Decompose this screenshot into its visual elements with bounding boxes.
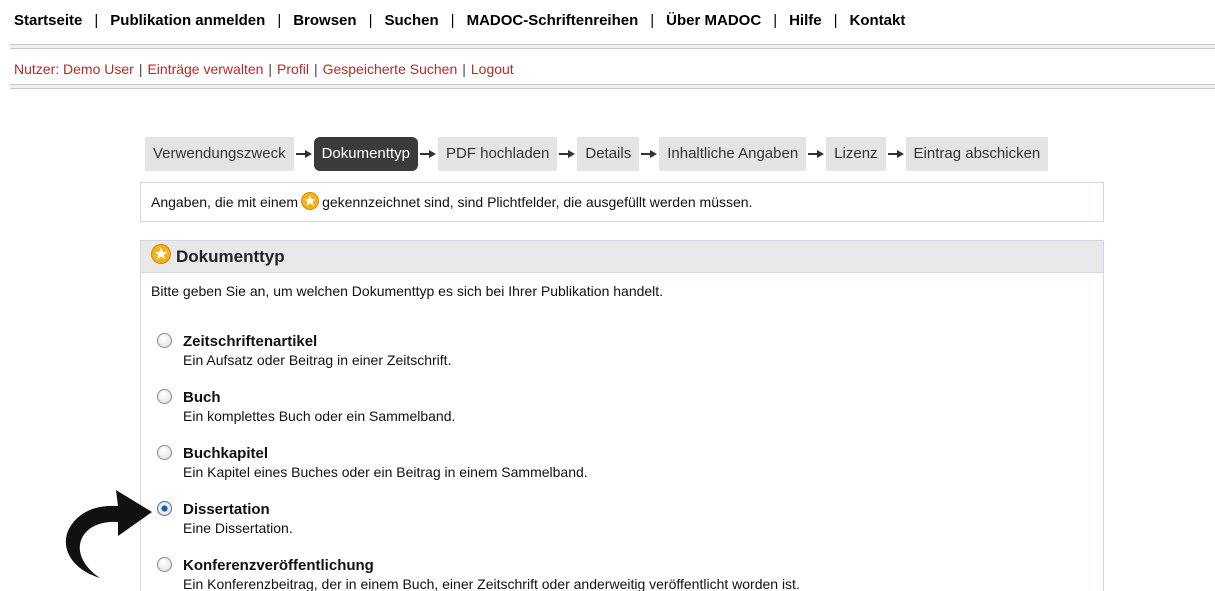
radio-button-selected[interactable] bbox=[157, 501, 172, 516]
section-title: Dokumenttyp bbox=[176, 246, 285, 266]
option-description: Ein komplettes Buch oder ein Sammelband. bbox=[183, 408, 456, 424]
logout-link[interactable]: Logout bbox=[471, 61, 514, 77]
option-text: Buchkapitel Ein Kapitel eines Buches ode… bbox=[183, 445, 588, 481]
curved-arrow-icon bbox=[40, 478, 155, 588]
required-fields-notice: Angaben, die mit einem gekennzeichnet si… bbox=[140, 182, 1104, 222]
option-text: Buch Ein komplettes Buch oder ein Sammel… bbox=[183, 389, 455, 425]
step-details[interactable]: Details bbox=[577, 137, 640, 171]
nav-ueber-madoc[interactable]: Über MADOC bbox=[666, 12, 761, 29]
nav-separator: | bbox=[450, 11, 455, 29]
option-title: Buch bbox=[183, 389, 221, 406]
nav-separator: | bbox=[773, 11, 778, 29]
option-title: Konferenzveröffentlichung bbox=[183, 557, 374, 574]
step-arrow-icon bbox=[418, 149, 438, 159]
option-description: Ein Konferenzbeitrag, der in einem Buch,… bbox=[183, 576, 800, 591]
nav-suchen[interactable]: Suchen bbox=[384, 12, 438, 29]
notice-text-before: Angaben, die mit einem bbox=[151, 194, 299, 210]
step-arrow-icon bbox=[557, 149, 577, 159]
user-nav-separator: | bbox=[313, 61, 318, 77]
radio-button[interactable] bbox=[157, 333, 172, 348]
nav-schriftenreihen[interactable]: MADOC-Schriftenreihen bbox=[467, 12, 639, 29]
option-zeitschriftenartikel[interactable]: Zeitschriftenartikel Ein Aufsatz oder Be… bbox=[157, 333, 451, 369]
notice-text-after: gekennzeichnet sind, sind Plichtfelder, … bbox=[322, 194, 753, 210]
nav-separator: | bbox=[833, 11, 838, 29]
step-dokumenttyp[interactable]: Dokumenttyp bbox=[313, 137, 418, 171]
option-text: Zeitschriftenartikel Ein Aufsatz oder Be… bbox=[183, 333, 451, 369]
option-title: Buchkapitel bbox=[183, 445, 269, 462]
section-intro: Bitte geben Sie an, um welchen Dokumentt… bbox=[151, 283, 664, 299]
step-inhaltliche-angaben[interactable]: Inhaltliche Angaben bbox=[659, 137, 807, 171]
main-nav: Startseite | Publikation anmelden | Brow… bbox=[14, 10, 905, 30]
user-nav-separator: | bbox=[138, 61, 143, 77]
step-arrow-icon bbox=[294, 149, 314, 159]
nav-separator: | bbox=[277, 11, 282, 29]
option-konferenzveroeffentlichung[interactable]: Konferenzveröffentlichung Ein Konferenzb… bbox=[157, 557, 800, 591]
nav-browsen[interactable]: Browsen bbox=[293, 12, 356, 29]
step-pdf-hochladen[interactable]: PDF hochladen bbox=[437, 137, 558, 171]
user-nav-separator: | bbox=[268, 61, 273, 77]
option-text: Dissertation Eine Dissertation. bbox=[183, 501, 293, 537]
step-arrow-icon bbox=[806, 149, 826, 159]
nav-kontakt[interactable]: Kontakt bbox=[850, 12, 906, 29]
saved-searches-link[interactable]: Gespeicherte Suchen bbox=[323, 61, 458, 77]
section-header: Dokumenttyp bbox=[141, 241, 1103, 273]
option-buchkapitel[interactable]: Buchkapitel Ein Kapitel eines Buches ode… bbox=[157, 445, 588, 481]
option-description: Ein Kapitel eines Buches oder ein Beitra… bbox=[183, 464, 588, 480]
step-verwendungszweck[interactable]: Verwendungszweck bbox=[145, 137, 294, 171]
nav-divider bbox=[10, 44, 1215, 49]
option-dissertation[interactable]: Dissertation Eine Dissertation. bbox=[157, 501, 293, 537]
nav-startseite[interactable]: Startseite bbox=[14, 12, 82, 29]
document-type-section: Dokumenttyp Bitte geben Sie an, um welch… bbox=[140, 240, 1104, 591]
nav-separator: | bbox=[368, 11, 373, 29]
manage-entries-link[interactable]: Einträge verwalten bbox=[147, 61, 263, 77]
user-nav-separator: | bbox=[462, 61, 466, 77]
step-eintrag-abschicken[interactable]: Eintrag abschicken bbox=[905, 137, 1049, 171]
user-name-link[interactable]: Nutzer: Demo User bbox=[14, 61, 134, 77]
required-star-icon bbox=[301, 191, 320, 213]
option-description: Eine Dissertation. bbox=[183, 520, 293, 536]
required-star-icon bbox=[151, 244, 171, 269]
option-description: Ein Aufsatz oder Beitrag in einer Zeitsc… bbox=[183, 352, 452, 368]
step-arrow-icon bbox=[886, 149, 906, 159]
radio-button[interactable] bbox=[157, 557, 172, 572]
nav-separator: | bbox=[94, 11, 99, 29]
step-arrow-icon bbox=[639, 149, 659, 159]
nav-hilfe[interactable]: Hilfe bbox=[789, 12, 822, 29]
nav-publikation-anmelden[interactable]: Publikation anmelden bbox=[110, 12, 265, 29]
option-title: Zeitschriftenartikel bbox=[183, 333, 318, 350]
nav-separator: | bbox=[650, 11, 655, 29]
option-title: Dissertation bbox=[183, 501, 270, 518]
user-nav-divider bbox=[10, 84, 1215, 89]
radio-button[interactable] bbox=[157, 389, 172, 404]
profile-link[interactable]: Profil bbox=[277, 61, 309, 77]
option-buch[interactable]: Buch Ein komplettes Buch oder ein Sammel… bbox=[157, 389, 455, 425]
workflow-steps: Verwendungszweck Dokumenttyp PDF hochlad… bbox=[145, 137, 1049, 171]
option-text: Konferenzveröffentlichung Ein Konferenzb… bbox=[183, 557, 800, 591]
user-nav: Nutzer: Demo User | Einträge verwalten |… bbox=[14, 60, 514, 78]
radio-button[interactable] bbox=[157, 445, 172, 460]
step-lizenz[interactable]: Lizenz bbox=[826, 137, 886, 171]
